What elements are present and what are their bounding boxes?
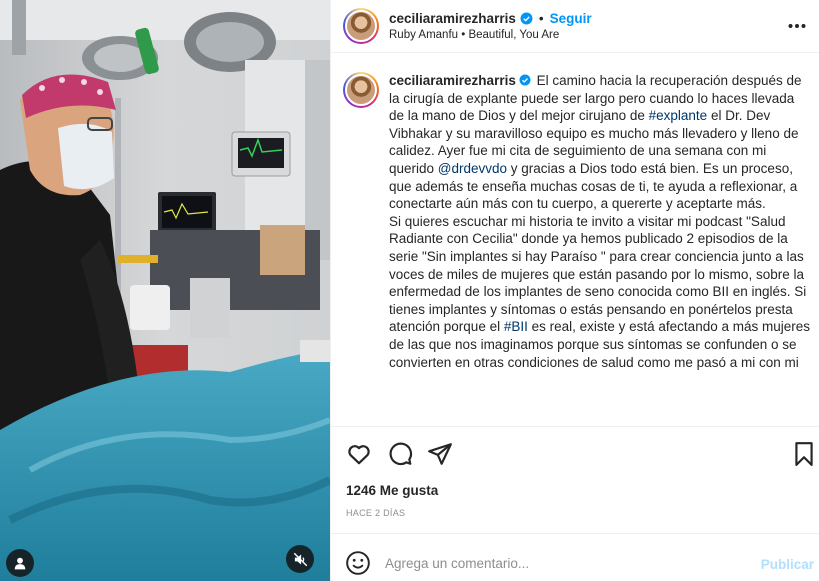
publish-button[interactable]: Publicar [761,557,814,572]
emoji-button[interactable] [345,550,371,576]
heart-icon [348,445,370,465]
user-tag-icon [14,557,26,570]
mention-drdevvdo[interactable]: @drdevvdo [438,161,507,176]
header-divider [331,52,819,53]
username[interactable]: ceciliaramirezharris [389,11,516,26]
verified-badge-icon [520,12,533,25]
comment-divider [331,533,819,534]
comment-bubble-icon [389,442,413,466]
like-button[interactable] [346,441,372,467]
post-media[interactable] [0,0,330,581]
hashtag-bii[interactable]: #BII [504,319,528,334]
paper-plane-icon [428,443,452,465]
comment-bar: Publicar [331,545,819,581]
caption-part-4: Si quieres escuchar mi historia te invit… [389,213,807,335]
more-options-button[interactable] [785,14,809,38]
muted-speaker-icon [293,552,307,566]
post-header: ceciliaramirezharris • Seguir Ruby Amanf… [331,0,819,52]
bookmark-icon [795,442,813,466]
verified-badge-icon [519,73,531,86]
action-bar [331,437,819,469]
caption: ceciliaramirezharris El camino hacia la … [343,72,813,371]
actions-divider [331,426,819,427]
caption-text: ceciliaramirezharris El camino hacia la … [389,72,811,371]
caption-username[interactable]: ceciliaramirezharris [389,73,516,88]
comment-input[interactable] [385,555,745,571]
post-panel: ceciliaramirezharris • Seguir Ruby Amanf… [331,0,819,581]
comments-area[interactable]: ceciliaramirezharris El camino hacia la … [331,62,819,426]
more-options-icon [788,24,806,28]
avatar[interactable] [343,72,379,108]
separator-dot: • [538,11,544,26]
follow-button[interactable]: Seguir [550,11,592,26]
comment-button[interactable] [387,441,413,467]
save-button[interactable] [791,441,817,467]
avatar[interactable] [343,8,379,44]
likes-count[interactable]: 1246 Me gusta [346,483,438,498]
tag-button[interactable] [6,549,34,577]
hashtag-explante[interactable]: #explante [649,108,708,123]
smiley-icon [346,551,370,575]
post-timestamp[interactable]: HACE 2 DÍAS [346,508,405,518]
surgery-photo [0,0,330,581]
share-button[interactable] [427,441,453,467]
audio-label[interactable]: Ruby Amanfu • Beautiful, You Are [389,29,592,41]
mute-button[interactable] [286,545,314,573]
